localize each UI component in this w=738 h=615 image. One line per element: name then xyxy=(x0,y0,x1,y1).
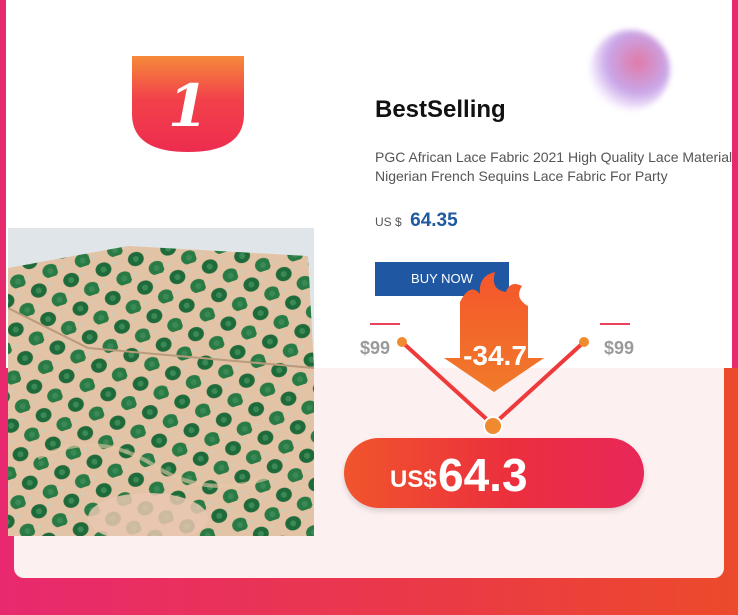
final-currency: US$ xyxy=(390,466,437,493)
discount-value: -34.7 xyxy=(463,340,527,371)
decorative-blob xyxy=(590,30,670,110)
product-description[interactable]: PGC African Lace Fabric 2021 High Qualit… xyxy=(375,148,737,186)
product-badge-title: BestSelling xyxy=(375,96,506,123)
rank-number: 1 xyxy=(167,72,209,140)
product-price: US $ 64.35 xyxy=(375,210,458,232)
flame-icon xyxy=(444,272,544,392)
old-price-right: $99 xyxy=(604,338,635,358)
rank-badge: 1 xyxy=(132,56,244,152)
product-image[interactable] xyxy=(8,228,314,536)
currency-label: US $ xyxy=(375,215,402,229)
old-price-left: $99 xyxy=(360,338,391,358)
final-price: 64.3 xyxy=(438,449,528,501)
price-value: 64.35 xyxy=(410,210,458,231)
